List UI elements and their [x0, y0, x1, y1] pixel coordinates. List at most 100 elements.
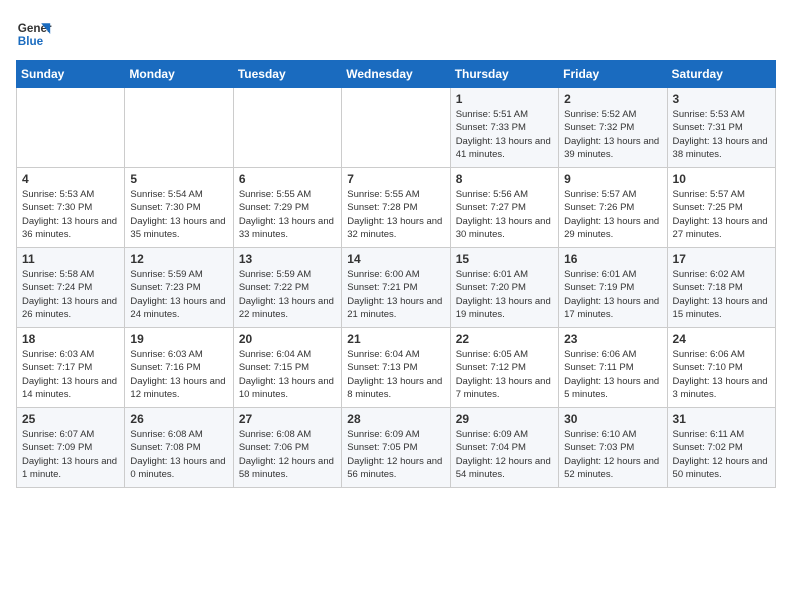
day-info: Sunrise: 5:51 AMSunset: 7:33 PMDaylight:…: [456, 108, 553, 161]
calendar-cell: [342, 88, 450, 168]
day-info: Sunrise: 5:57 AMSunset: 7:26 PMDaylight:…: [564, 188, 661, 241]
day-info: Sunrise: 5:57 AMSunset: 7:25 PMDaylight:…: [673, 188, 770, 241]
day-info: Sunrise: 6:03 AMSunset: 7:17 PMDaylight:…: [22, 348, 119, 401]
day-number: 1: [456, 92, 553, 106]
calendar-cell: 8 Sunrise: 5:56 AMSunset: 7:27 PMDaylight…: [450, 168, 558, 248]
day-info: Sunrise: 6:04 AMSunset: 7:15 PMDaylight:…: [239, 348, 336, 401]
day-number: 20: [239, 332, 336, 346]
day-number: 2: [564, 92, 661, 106]
day-info: Sunrise: 6:06 AMSunset: 7:11 PMDaylight:…: [564, 348, 661, 401]
day-info: Sunrise: 5:58 AMSunset: 7:24 PMDaylight:…: [22, 268, 119, 321]
day-number: 31: [673, 412, 770, 426]
calendar-cell: 17Sunrise: 6:02 AMSunset: 7:18 PMDayligh…: [667, 248, 775, 328]
header-saturday: Saturday: [667, 61, 775, 88]
day-number: 18: [22, 332, 119, 346]
calendar-cell: 27Sunrise: 6:08 AMSunset: 7:06 PMDayligh…: [233, 408, 341, 488]
logo-icon: General Blue: [16, 16, 52, 52]
day-number: 22: [456, 332, 553, 346]
day-info: Sunrise: 6:08 AMSunset: 7:06 PMDaylight:…: [239, 428, 336, 481]
calendar-cell: 15 Sunrise: 6:01 AMSunset: 7:20 PMDayligh…: [450, 248, 558, 328]
day-number: 7: [347, 172, 444, 186]
calendar-cell: 26Sunrise: 6:08 AMSunset: 7:08 PMDayligh…: [125, 408, 233, 488]
day-info: Sunrise: 6:10 AMSunset: 7:03 PMDaylight:…: [564, 428, 661, 481]
day-number: 12: [130, 252, 227, 266]
calendar-cell: 18 Sunrise: 6:03 AMSunset: 7:17 PMDayligh…: [17, 328, 125, 408]
calendar-cell: 23 Sunrise: 6:06 AMSunset: 7:11 PMDayligh…: [559, 328, 667, 408]
calendar-cell: 5Sunrise: 5:54 AMSunset: 7:30 PMDaylight…: [125, 168, 233, 248]
header-thursday: Thursday: [450, 61, 558, 88]
calendar-cell: [233, 88, 341, 168]
calendar-cell: 25 Sunrise: 6:07 AMSunset: 7:09 PMDayligh…: [17, 408, 125, 488]
day-number: 5: [130, 172, 227, 186]
calendar-cell: 11 Sunrise: 5:58 AMSunset: 7:24 PMDayligh…: [17, 248, 125, 328]
day-number: 29: [456, 412, 553, 426]
day-number: 26: [130, 412, 227, 426]
calendar-cell: 10 Sunrise: 5:57 AMSunset: 7:25 PMDayligh…: [667, 168, 775, 248]
calendar-cell: 28 Sunrise: 6:09 AMSunset: 7:05 PMDayligh…: [342, 408, 450, 488]
day-number: 28: [347, 412, 444, 426]
logo: General Blue: [16, 16, 52, 52]
calendar-cell: 13 Sunrise: 5:59 AMSunset: 7:22 PMDayligh…: [233, 248, 341, 328]
calendar-header: SundayMondayTuesdayWednesdayThursdayFrid…: [17, 61, 776, 88]
calendar-cell: 24 Sunrise: 6:06 AMSunset: 7:10 PMDayligh…: [667, 328, 775, 408]
header-sunday: Sunday: [17, 61, 125, 88]
day-number: 9: [564, 172, 661, 186]
day-number: 13: [239, 252, 336, 266]
header-tuesday: Tuesday: [233, 61, 341, 88]
day-number: 25: [22, 412, 119, 426]
day-number: 6: [239, 172, 336, 186]
calendar-week-1: 1 Sunrise: 5:51 AMSunset: 7:33 PMDaylight…: [17, 88, 776, 168]
calendar-cell: 2Sunrise: 5:52 AMSunset: 7:32 PMDaylight…: [559, 88, 667, 168]
calendar-cell: 4Sunrise: 5:53 AMSunset: 7:30 PMDaylight…: [17, 168, 125, 248]
day-info: Sunrise: 6:01 AMSunset: 7:20 PMDaylight:…: [456, 268, 553, 321]
calendar-cell: 21 Sunrise: 6:04 AMSunset: 7:13 PMDayligh…: [342, 328, 450, 408]
calendar-cell: 3Sunrise: 5:53 AMSunset: 7:31 PMDaylight…: [667, 88, 775, 168]
page-header: General Blue: [16, 16, 776, 52]
day-info: Sunrise: 6:11 AMSunset: 7:02 PMDaylight:…: [673, 428, 770, 481]
calendar-cell: 20 Sunrise: 6:04 AMSunset: 7:15 PMDayligh…: [233, 328, 341, 408]
calendar-cell: 14 Sunrise: 6:00 AMSunset: 7:21 PMDayligh…: [342, 248, 450, 328]
calendar-table: SundayMondayTuesdayWednesdayThursdayFrid…: [16, 60, 776, 488]
calendar-week-3: 11 Sunrise: 5:58 AMSunset: 7:24 PMDayligh…: [17, 248, 776, 328]
day-info: Sunrise: 5:56 AMSunset: 7:27 PMDaylight:…: [456, 188, 553, 241]
day-number: 14: [347, 252, 444, 266]
calendar-cell: 31 Sunrise: 6:11 AMSunset: 7:02 PMDayligh…: [667, 408, 775, 488]
day-info: Sunrise: 5:55 AMSunset: 7:29 PMDaylight:…: [239, 188, 336, 241]
day-info: Sunrise: 6:00 AMSunset: 7:21 PMDaylight:…: [347, 268, 444, 321]
day-number: 8: [456, 172, 553, 186]
day-number: 3: [673, 92, 770, 106]
day-number: 30: [564, 412, 661, 426]
calendar-cell: 12 Sunrise: 5:59 AMSunset: 7:23 PMDayligh…: [125, 248, 233, 328]
header-monday: Monday: [125, 61, 233, 88]
day-number: 16: [564, 252, 661, 266]
day-info: Sunrise: 6:04 AMSunset: 7:13 PMDaylight:…: [347, 348, 444, 401]
calendar-cell: 30 Sunrise: 6:10 AMSunset: 7:03 PMDayligh…: [559, 408, 667, 488]
day-info: Sunrise: 5:59 AMSunset: 7:22 PMDaylight:…: [239, 268, 336, 321]
day-info: Sunrise: 6:06 AMSunset: 7:10 PMDaylight:…: [673, 348, 770, 401]
day-info: Sunrise: 6:07 AMSunset: 7:09 PMDaylight:…: [22, 428, 119, 481]
day-number: 11: [22, 252, 119, 266]
day-number: 17: [673, 252, 770, 266]
calendar-cell: [17, 88, 125, 168]
calendar-cell: 19Sunrise: 6:03 AMSunset: 7:16 PMDayligh…: [125, 328, 233, 408]
day-number: 23: [564, 332, 661, 346]
day-info: Sunrise: 6:03 AMSunset: 7:16 PMDaylight:…: [130, 348, 227, 401]
calendar-cell: 7 Sunrise: 5:55 AMSunset: 7:28 PMDaylight…: [342, 168, 450, 248]
day-number: 10: [673, 172, 770, 186]
calendar-cell: 29 Sunrise: 6:09 AMSunset: 7:04 PMDayligh…: [450, 408, 558, 488]
day-number: 24: [673, 332, 770, 346]
calendar-week-5: 25 Sunrise: 6:07 AMSunset: 7:09 PMDayligh…: [17, 408, 776, 488]
calendar-week-4: 18 Sunrise: 6:03 AMSunset: 7:17 PMDayligh…: [17, 328, 776, 408]
day-info: Sunrise: 5:55 AMSunset: 7:28 PMDaylight:…: [347, 188, 444, 241]
day-info: Sunrise: 6:09 AMSunset: 7:05 PMDaylight:…: [347, 428, 444, 481]
day-info: Sunrise: 5:59 AMSunset: 7:23 PMDaylight:…: [130, 268, 227, 321]
day-info: Sunrise: 6:09 AMSunset: 7:04 PMDaylight:…: [456, 428, 553, 481]
day-number: 15: [456, 252, 553, 266]
calendar-cell: 1 Sunrise: 5:51 AMSunset: 7:33 PMDaylight…: [450, 88, 558, 168]
calendar-week-2: 4Sunrise: 5:53 AMSunset: 7:30 PMDaylight…: [17, 168, 776, 248]
day-number: 4: [22, 172, 119, 186]
header-friday: Friday: [559, 61, 667, 88]
calendar-cell: 16Sunrise: 6:01 AMSunset: 7:19 PMDayligh…: [559, 248, 667, 328]
day-number: 21: [347, 332, 444, 346]
day-info: Sunrise: 6:05 AMSunset: 7:12 PMDaylight:…: [456, 348, 553, 401]
